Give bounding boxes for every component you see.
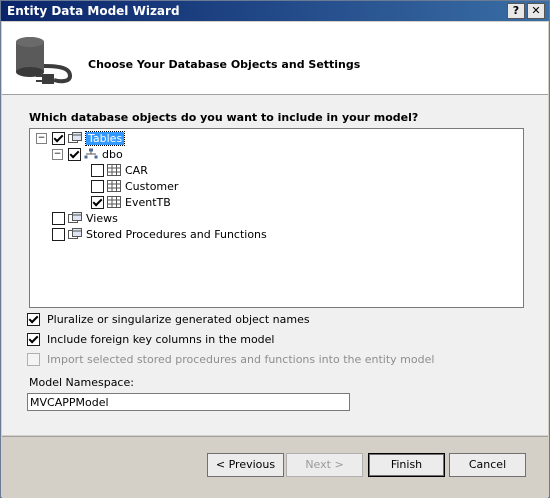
database-connect-icon bbox=[16, 37, 73, 84]
tree-label-views[interactable]: Views bbox=[86, 212, 118, 225]
finish-button[interactable]: Finish bbox=[368, 453, 445, 477]
tree-node-car: CAR bbox=[91, 162, 148, 178]
tree-node-views: Views bbox=[52, 210, 118, 226]
wizard-body: Which database objects do you want to in… bbox=[2, 95, 548, 435]
tables-checkbox[interactable] bbox=[52, 131, 65, 145]
import-procs-label: Import selected stored procedures and fu… bbox=[47, 353, 435, 366]
title-bar[interactable]: Entity Data Model Wizard ? ✕ bbox=[1, 1, 549, 21]
tree-node-customer: Customer bbox=[91, 178, 178, 194]
help-button[interactable]: ? bbox=[507, 3, 525, 19]
page-heading: Choose Your Database Objects and Setting… bbox=[88, 58, 361, 71]
views-folder-icon bbox=[68, 212, 82, 223]
tree-node-tables: − Tables bbox=[36, 130, 126, 146]
tables-folder-icon bbox=[68, 132, 82, 143]
wizard-window: Entity Data Model Wizard ? ✕ Choose Your… bbox=[0, 0, 550, 498]
procs-checkbox[interactable] bbox=[52, 227, 65, 241]
wizard-header: Choose Your Database Objects and Setting… bbox=[2, 22, 548, 95]
table-icon bbox=[107, 196, 121, 208]
database-objects-tree[interactable]: − Tables − dbo CAR Customer EventTB View… bbox=[29, 128, 524, 308]
tree-node-eventtb: EventTB bbox=[91, 194, 171, 210]
tree-label-eventtb[interactable]: EventTB bbox=[125, 196, 171, 209]
schema-icon bbox=[84, 148, 98, 159]
customer-checkbox[interactable] bbox=[91, 179, 104, 193]
foreign-keys-checkbox[interactable] bbox=[27, 333, 40, 346]
table-icon bbox=[107, 164, 121, 176]
foreign-keys-option[interactable]: Include foreign key columns in the model bbox=[27, 333, 275, 346]
tree-label-dbo[interactable]: dbo bbox=[102, 148, 123, 161]
namespace-label: Model Namespace: bbox=[29, 376, 134, 389]
foreign-keys-label[interactable]: Include foreign key columns in the model bbox=[47, 333, 275, 346]
tree-label-customer[interactable]: Customer bbox=[125, 180, 178, 193]
tables-collapse-toggle[interactable]: − bbox=[36, 132, 47, 144]
close-button[interactable]: ✕ bbox=[527, 3, 545, 19]
next-button: Next > bbox=[286, 453, 363, 477]
procedures-folder-icon bbox=[68, 228, 82, 239]
eventtb-checkbox[interactable] bbox=[91, 195, 104, 209]
pluralize-label[interactable]: Pluralize or singularize generated objec… bbox=[47, 313, 310, 326]
tree-node-dbo: − dbo bbox=[52, 146, 123, 162]
wizard-footer: < Previous Next > Finish Cancel bbox=[2, 436, 548, 498]
import-procs-checkbox bbox=[27, 353, 40, 366]
pluralize-option[interactable]: Pluralize or singularize generated objec… bbox=[27, 313, 310, 326]
car-checkbox[interactable] bbox=[91, 163, 104, 177]
previous-button[interactable]: < Previous bbox=[207, 453, 284, 477]
tree-node-procs: Stored Procedures and Functions bbox=[52, 226, 267, 242]
window-title: Entity Data Model Wizard bbox=[7, 4, 180, 18]
namespace-input[interactable] bbox=[27, 393, 350, 411]
table-icon bbox=[107, 180, 121, 192]
dbo-checkbox[interactable] bbox=[68, 147, 81, 161]
cancel-button[interactable]: Cancel bbox=[449, 453, 526, 477]
tree-label-car[interactable]: CAR bbox=[125, 164, 148, 177]
objects-question: Which database objects do you want to in… bbox=[29, 111, 419, 124]
pluralize-checkbox[interactable] bbox=[27, 313, 40, 326]
tree-label-tables[interactable]: Tables bbox=[84, 130, 126, 146]
views-checkbox[interactable] bbox=[52, 211, 65, 225]
dbo-collapse-toggle[interactable]: − bbox=[52, 148, 63, 160]
tree-label-procs[interactable]: Stored Procedures and Functions bbox=[86, 228, 267, 241]
import-procs-option: Import selected stored procedures and fu… bbox=[27, 353, 434, 366]
